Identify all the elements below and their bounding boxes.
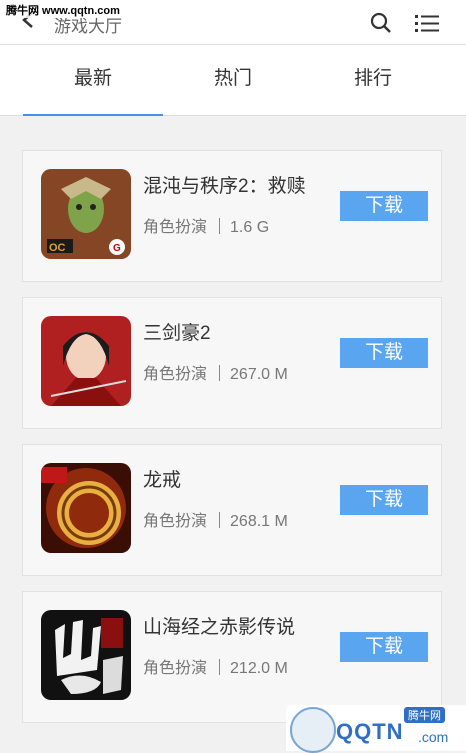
- meta-divider: [219, 512, 221, 528]
- game-meta: 角色扮演 268.1 M: [143, 507, 288, 531]
- qqtn-logo-icon: [290, 707, 336, 753]
- logo-suffix: .com: [418, 729, 449, 745]
- tab-latest[interactable]: 最新: [23, 45, 163, 116]
- download-button[interactable]: 下载: [340, 191, 428, 221]
- game-size: 268.1 M: [230, 513, 288, 530]
- game-category: 角色扮演: [143, 219, 208, 236]
- tab-ranking[interactable]: 排行: [303, 45, 443, 113]
- game-card[interactable]: 三剑豪2 角色扮演 267.0 M 下载: [22, 297, 442, 429]
- chaos-order-icon[interactable]: OC G: [41, 169, 131, 259]
- meta-divider: [219, 218, 221, 234]
- game-size: 212.0 M: [230, 660, 288, 677]
- tab-popular[interactable]: 热门: [163, 45, 303, 113]
- svg-text:OC: OC: [49, 242, 66, 254]
- game-meta: 角色扮演 212.0 M: [143, 654, 288, 678]
- game-card[interactable]: OC G 混沌与秩序2：救赎 角色扮演 1.6 G 下载: [22, 150, 442, 282]
- game-size: 1.6 G: [230, 219, 270, 236]
- download-button[interactable]: 下载: [340, 338, 428, 368]
- game-name[interactable]: 混沌与秩序2：救赎: [143, 171, 306, 198]
- game-card[interactable]: 山海经之赤影传说 角色扮演 212.0 M 下载: [22, 591, 442, 723]
- game-card[interactable]: 龙戒 角色扮演 268.1 M 下载: [22, 444, 442, 576]
- search-icon[interactable]: [370, 12, 392, 34]
- shanhaijing-icon[interactable]: [41, 610, 131, 700]
- game-category: 角色扮演: [143, 513, 208, 530]
- svg-text:G: G: [113, 243, 121, 254]
- logo-badge: 腾牛网: [404, 707, 445, 723]
- meta-divider: [219, 365, 221, 381]
- three-swords-icon[interactable]: [41, 316, 131, 406]
- logo-brand: QQTN: [336, 719, 404, 744]
- dragon-ring-icon[interactable]: [41, 463, 131, 553]
- game-size: 267.0 M: [230, 366, 288, 383]
- site-watermark: 腾牛网 www.qqtn.com: [4, 4, 122, 18]
- qqtn-logo: QQTN 腾牛网 .com: [286, 705, 466, 753]
- game-category: 角色扮演: [143, 660, 208, 677]
- download-button[interactable]: 下载: [340, 485, 428, 515]
- game-list: OC G 混沌与秩序2：救赎 角色扮演 1.6 G 下载 三剑豪2 角色扮演 267…: [22, 150, 444, 738]
- game-name[interactable]: 山海经之赤影传说: [143, 612, 295, 639]
- game-name[interactable]: 三剑豪2: [143, 318, 211, 345]
- game-category: 角色扮演: [143, 366, 208, 383]
- game-name[interactable]: 龙戒: [143, 465, 181, 492]
- meta-divider: [219, 659, 221, 675]
- tab-bar: 最新 热门 排行: [0, 45, 466, 116]
- download-button[interactable]: 下载: [340, 632, 428, 662]
- list-menu-icon[interactable]: [415, 12, 439, 34]
- game-meta: 角色扮演 1.6 G: [143, 213, 269, 237]
- game-meta: 角色扮演 267.0 M: [143, 360, 288, 384]
